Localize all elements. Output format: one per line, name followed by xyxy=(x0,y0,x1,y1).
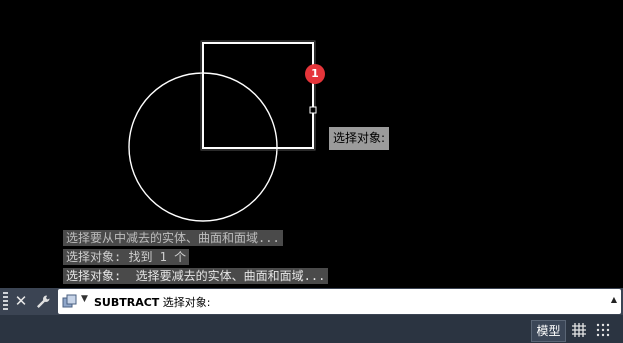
close-icon[interactable]: ✕ xyxy=(11,291,31,312)
command-history-line: 选择对象: 找到 1 个 xyxy=(63,249,190,265)
snap-icon[interactable] xyxy=(594,320,614,340)
rectangle-entity-glow xyxy=(200,40,316,151)
command-prompt: SUBTRACT 选择对象: xyxy=(94,294,211,310)
command-history-line: 选择要从中减去的实体、曲面和面域... xyxy=(63,230,283,246)
selection-count-badge: 1 xyxy=(305,64,325,84)
rectangle-entity-selected[interactable] xyxy=(202,42,314,149)
grid-icon[interactable] xyxy=(569,320,589,340)
prompt-text: 选择对象: xyxy=(159,296,211,309)
drawing-canvas[interactable]: 1 选择对象: 选择要从中减去的实体、曲面和面域... 选择对象: 找到 1 个… xyxy=(0,0,623,288)
command-history-line: 选择对象: 选择要减去的实体、曲面和面域... xyxy=(63,268,329,284)
chevron-down-icon[interactable]: ▼ xyxy=(81,294,88,304)
dynamic-input-tooltip: 选择对象: xyxy=(329,127,390,150)
recent-commands-icon[interactable] xyxy=(62,294,82,309)
status-bar: 模型 xyxy=(0,315,623,343)
wrench-icon[interactable] xyxy=(33,291,53,312)
command-input[interactable]: ▼ SUBTRACT 选择对象: ▲ xyxy=(58,289,621,314)
crosshair-pickbox xyxy=(309,106,317,114)
scroll-up-icon[interactable]: ▲ xyxy=(611,295,617,304)
command-line-bar: ✕ ▼ SUBTRACT 选择对象: ▲ xyxy=(0,288,623,315)
model-space-button[interactable]: 模型 xyxy=(531,320,566,342)
active-command: SUBTRACT xyxy=(94,296,160,309)
grip-handle[interactable] xyxy=(3,292,8,311)
